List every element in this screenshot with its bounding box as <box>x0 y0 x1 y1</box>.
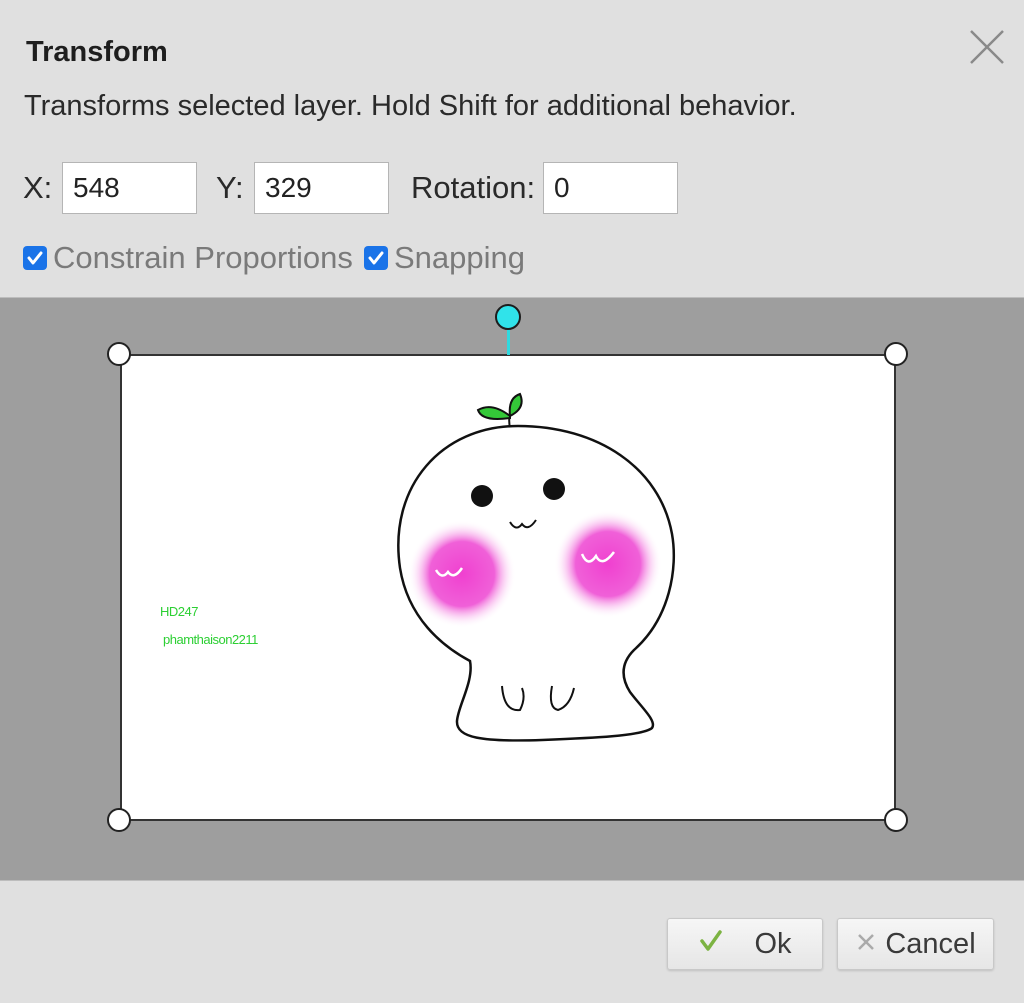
watermark-line-2: phamthaison2211 <box>163 632 258 647</box>
snapping-option[interactable]: Snapping <box>364 240 525 276</box>
snapping-checkbox[interactable] <box>364 246 388 270</box>
layer-image[interactable]: HD247 phamthaison2211 <box>120 354 896 821</box>
rotation-connector <box>507 328 510 355</box>
ok-label: Ok <box>754 927 792 960</box>
cancel-label: Cancel <box>885 927 976 960</box>
cancel-button[interactable]: Cancel <box>837 918 994 970</box>
rotation-label: Rotation: <box>411 170 536 205</box>
transform-dialog: Transform Transforms selected layer. Hol… <box>0 0 1024 1003</box>
x-label: X: <box>23 170 53 205</box>
resize-handle-bottom-right[interactable] <box>884 808 908 832</box>
resize-handle-top-right[interactable] <box>884 342 908 366</box>
rotation-input[interactable] <box>543 162 678 214</box>
dialog-description: Transforms selected layer. Hold Shift fo… <box>24 90 797 122</box>
y-label: Y: <box>216 170 244 205</box>
check-icon <box>368 251 384 265</box>
check-icon <box>27 251 43 265</box>
close-icon[interactable] <box>966 26 1008 68</box>
x-icon <box>855 928 877 960</box>
ok-button[interactable]: Ok <box>667 918 823 970</box>
constrain-proportions-option[interactable]: Constrain Proportions <box>23 240 353 276</box>
dialog-title: Transform <box>26 36 168 68</box>
watermark-line-1: HD247 <box>160 604 198 619</box>
checkmark-icon <box>698 928 724 961</box>
constrain-proportions-label: Constrain Proportions <box>53 240 353 275</box>
snapping-label: Snapping <box>394 240 526 275</box>
resize-handle-bottom-left[interactable] <box>107 808 131 832</box>
rotation-handle[interactable] <box>495 304 521 330</box>
x-input[interactable] <box>62 162 197 214</box>
character-illustration <box>397 392 676 742</box>
constrain-proportions-checkbox[interactable] <box>23 246 47 270</box>
y-input[interactable] <box>254 162 389 214</box>
resize-handle-top-left[interactable] <box>107 342 131 366</box>
